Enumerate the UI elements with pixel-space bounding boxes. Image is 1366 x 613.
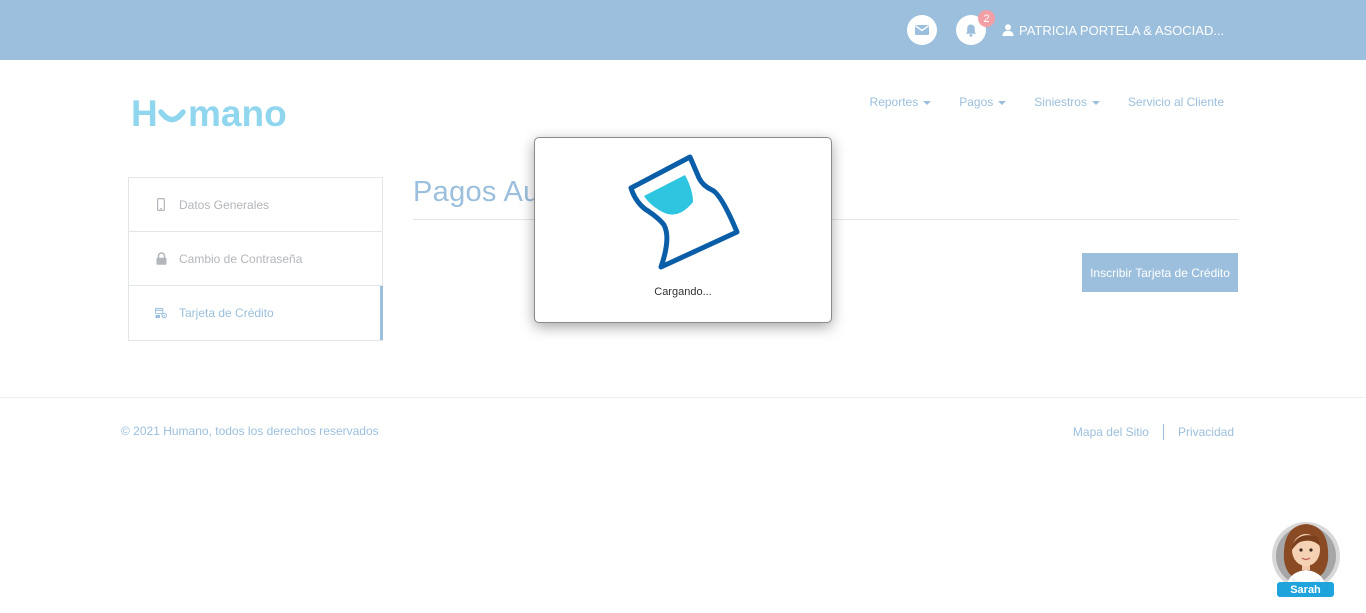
sidebar-item-tarjeta-de-credito[interactable]: Tarjeta de Crédito — [129, 286, 383, 340]
account-sidebar: Datos Generales Cambio de Contraseña Tar… — [128, 177, 383, 341]
sidebar-item-label: Tarjeta de Crédito — [179, 306, 274, 320]
humano-logo[interactable]: H mano — [131, 94, 321, 134]
nav-reportes[interactable]: Reportes — [870, 95, 932, 109]
caret-down-icon — [923, 100, 932, 105]
sidebar-item-label: Datos Generales — [179, 197, 270, 212]
user-menu[interactable]: PATRICIA PORTELA & ASOCIAD... — [1002, 21, 1224, 39]
sidebar-item-datos-generales[interactable]: Datos Generales — [129, 178, 382, 232]
loading-dialog: Cargando... — [534, 137, 832, 323]
nav-label: Pagos — [959, 95, 994, 109]
register-credit-card-button[interactable]: Inscribir Tarjeta de Crédito — [1082, 253, 1238, 292]
logo-wordmark-rest: mano — [188, 94, 287, 134]
user-name: PATRICIA PORTELA & ASOCIAD... — [1019, 22, 1225, 38]
sidebar-item-label: Cambio de Contraseña — [179, 251, 303, 266]
main-nav: Reportes Pagos Siniestros Servicio al Cl… — [870, 95, 1224, 109]
footer-divider — [0, 397, 1366, 398]
credit-card-settings-icon — [155, 307, 167, 319]
top-bar: 2 PATRICIA PORTELA & ASOCIAD... — [0, 0, 1366, 60]
caret-down-icon — [998, 100, 1007, 105]
nav-siniestros[interactable]: Siniestros — [1034, 95, 1100, 109]
nav-pagos[interactable]: Pagos — [959, 95, 1007, 109]
footer-link-privacy[interactable]: Privacidad — [1178, 425, 1234, 439]
nav-servicio-al-cliente[interactable]: Servicio al Cliente — [1128, 95, 1224, 109]
footer-links: Mapa del Sitio Privacidad — [1073, 424, 1234, 440]
nav-label: Servicio al Cliente — [1127, 95, 1224, 109]
notification-count-badge: 2 — [978, 10, 995, 27]
messages-button[interactable] — [907, 15, 937, 45]
bell-icon — [965, 24, 977, 37]
footer-copyright: © 2021 Humano, todos los derechos reserv… — [121, 424, 379, 438]
hourglass-icon — [628, 154, 740, 270]
virtual-assistant-button[interactable]: Sarah — [1270, 520, 1342, 600]
logo-letter-h: H — [131, 94, 158, 134]
sidebar-item-cambio-de-contrasena[interactable]: Cambio de Contraseña — [129, 232, 382, 286]
lock-icon — [155, 252, 167, 265]
assistant-name-label: Sarah — [1277, 582, 1334, 597]
footer-link-separator — [1162, 424, 1164, 440]
nav-label: Reportes — [869, 95, 919, 109]
logo-smile-mark — [158, 109, 186, 123]
loading-text: Cargando... — [654, 286, 712, 298]
footer-link-sitemap[interactable]: Mapa del Sitio — [1073, 425, 1149, 439]
nav-label: Siniestros — [1034, 95, 1087, 109]
envelope-icon — [915, 25, 929, 35]
user-icon — [1002, 24, 1014, 36]
page-title: Pagos Au — [413, 176, 540, 208]
mobile-icon — [155, 198, 167, 211]
caret-down-icon — [1091, 100, 1100, 105]
